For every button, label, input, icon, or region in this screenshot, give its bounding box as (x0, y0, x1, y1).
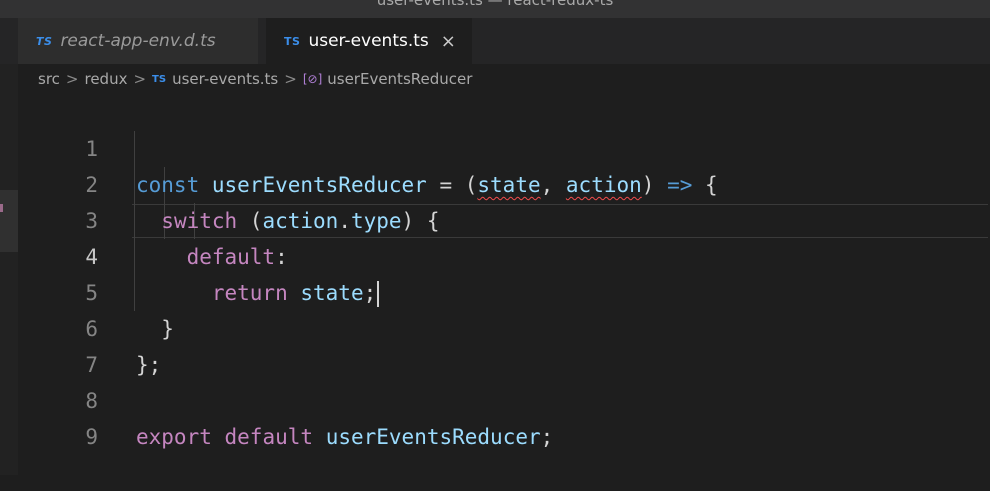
tab-bar: TS react-app-env.d.ts TS user-events.ts … (0, 18, 990, 64)
chevron-right-icon: > (133, 70, 147, 88)
code-line-9[interactable]: 9 (0, 383, 990, 449)
breadcrumb-symbol[interactable]: userEventsReducer (327, 70, 472, 88)
code-line-3[interactable]: 3 default: (0, 167, 990, 269)
chevron-right-icon: > (65, 70, 79, 88)
tab-user-events[interactable]: TS user-events.ts × (266, 18, 472, 64)
code-line-5[interactable]: 5 } (0, 239, 990, 341)
close-icon[interactable]: × (441, 31, 456, 52)
code-line-6[interactable]: 6 }; (0, 275, 990, 377)
code-line-4[interactable]: 4 return state; (0, 203, 990, 307)
code-line-7[interactable]: 7 (0, 311, 990, 377)
symbol-variable-icon: [⊘] (302, 72, 323, 86)
tab-label: react-app-env.d.ts (60, 31, 216, 51)
window-titlebar: user-events.ts — react-redux-ts (0, 0, 990, 18)
code-line-2[interactable]: 2 switch (action.type) { (0, 131, 990, 233)
tab-react-app-env[interactable]: TS react-app-env.d.ts (18, 18, 258, 64)
breadcrumb-src[interactable]: src (38, 70, 60, 88)
typescript-file-icon: TS (284, 34, 301, 48)
code-editor[interactable]: 1 const userEventsReducer = (state, acti… (0, 95, 990, 475)
code-line-8[interactable]: 8 export default userEventsReducer; (0, 347, 990, 449)
breadcrumb-redux[interactable]: redux (84, 70, 127, 88)
code-line-1[interactable]: 1 const userEventsReducer = (state, acti… (0, 95, 990, 197)
tab-label: user-events.ts (308, 31, 429, 51)
typescript-file-icon: TS (152, 73, 167, 85)
typescript-file-icon: TS (36, 34, 53, 48)
breadcrumb: src > redux > TS user-events.ts > [⊘] us… (38, 68, 472, 90)
breadcrumb-file[interactable]: user-events.ts (172, 70, 278, 88)
line-number: 9 (85, 425, 98, 449)
window-title: user-events.ts — react-redux-ts (376, 0, 614, 9)
chevron-right-icon: > (284, 70, 297, 88)
